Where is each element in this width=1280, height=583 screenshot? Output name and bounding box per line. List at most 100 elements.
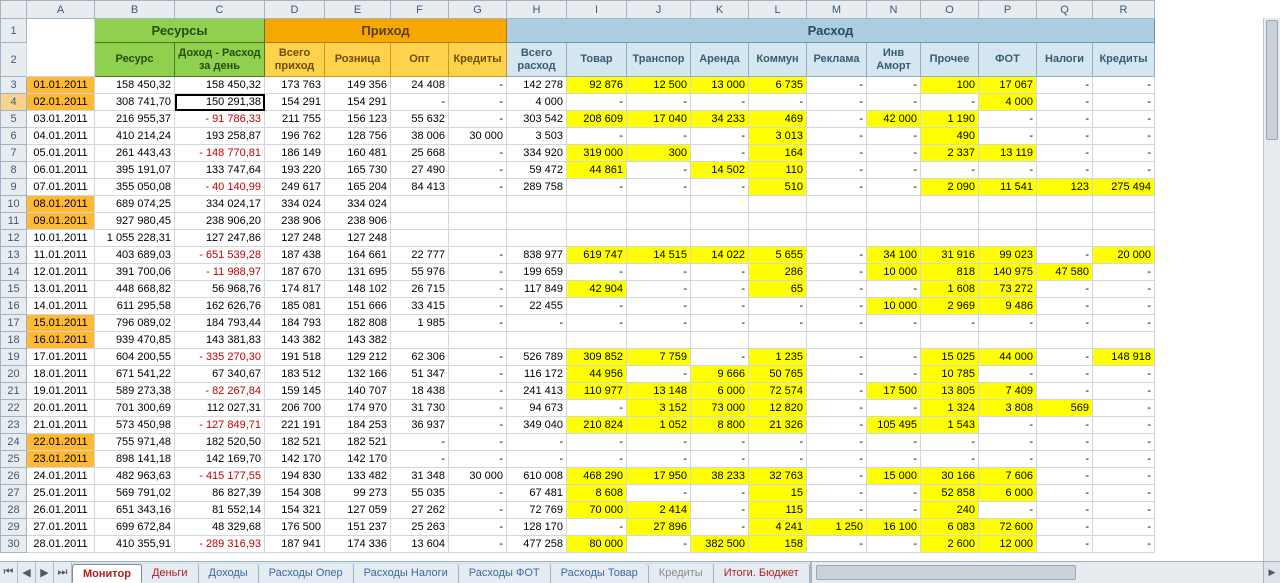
cell-F27[interactable]: 55 035 — [391, 485, 449, 502]
cell-G9[interactable]: - — [449, 179, 507, 196]
cell-B3[interactable]: 158 450,32 — [95, 77, 175, 94]
cell-M9[interactable]: - — [807, 179, 867, 196]
cell-J19[interactable]: 7 759 — [627, 349, 691, 366]
cell-R5[interactable]: - — [1093, 111, 1155, 128]
cell-J16[interactable]: - — [627, 298, 691, 315]
cell-R16[interactable]: - — [1093, 298, 1155, 315]
cell-F19[interactable]: 62 306 — [391, 349, 449, 366]
cell-M17[interactable]: - — [807, 315, 867, 332]
cell-L10[interactable] — [749, 196, 807, 213]
cell-P14[interactable]: 140 975 — [979, 264, 1037, 281]
cell-P16[interactable]: 9 486 — [979, 298, 1037, 315]
col-header-Q[interactable]: Q — [1037, 1, 1093, 19]
cell-M5[interactable]: - — [807, 111, 867, 128]
cell-C15[interactable]: 56 968,76 — [175, 281, 265, 298]
cell-I15[interactable]: 42 904 — [567, 281, 627, 298]
cell-J6[interactable]: - — [627, 128, 691, 145]
cell-F23[interactable]: 36 937 — [391, 417, 449, 434]
cell-B13[interactable]: 403 689,03 — [95, 247, 175, 264]
cell-P29[interactable]: 72 600 — [979, 519, 1037, 536]
cell-E16[interactable]: 151 666 — [325, 298, 391, 315]
cell-N11[interactable] — [867, 213, 921, 230]
cell-D24[interactable]: 182 521 — [265, 434, 325, 451]
sheet-tab-2[interactable]: Доходы — [199, 564, 259, 583]
cell-O22[interactable]: 1 324 — [921, 400, 979, 417]
cell-B21[interactable]: 589 273,38 — [95, 383, 175, 400]
cell-C14[interactable]: - 11 988,97 — [175, 264, 265, 281]
cell-C21[interactable]: - 82 267,84 — [175, 383, 265, 400]
cell-G5[interactable]: - — [449, 111, 507, 128]
cell-K13[interactable]: 14 022 — [691, 247, 749, 264]
cell-A25[interactable]: 23.01.2011 — [27, 451, 95, 468]
cell-B5[interactable]: 216 955,37 — [95, 111, 175, 128]
cell-M4[interactable]: - — [807, 94, 867, 111]
cell-G26[interactable]: 30 000 — [449, 468, 507, 485]
cell-R26[interactable]: - — [1093, 468, 1155, 485]
cell-D17[interactable]: 184 793 — [265, 315, 325, 332]
row-header-30[interactable]: 30 — [1, 536, 27, 553]
cell-M15[interactable]: - — [807, 281, 867, 298]
cell-G25[interactable]: - — [449, 451, 507, 468]
cell-M14[interactable]: - — [807, 264, 867, 281]
cell-L6[interactable]: 3 013 — [749, 128, 807, 145]
row-header-8[interactable]: 8 — [1, 162, 27, 179]
cell-B16[interactable]: 611 295,58 — [95, 298, 175, 315]
cell-K11[interactable] — [691, 213, 749, 230]
cell-Q3[interactable]: - — [1037, 77, 1093, 94]
cell-A24[interactable]: 22.01.2011 — [27, 434, 95, 451]
cell-N26[interactable]: 15 000 — [867, 468, 921, 485]
cell-N7[interactable]: - — [867, 145, 921, 162]
cell-N3[interactable]: - — [867, 77, 921, 94]
cell-P20[interactable]: - — [979, 366, 1037, 383]
cell-J27[interactable]: - — [627, 485, 691, 502]
cell-E17[interactable]: 182 808 — [325, 315, 391, 332]
cell-R4[interactable]: - — [1093, 94, 1155, 111]
cell-I20[interactable]: 44 956 — [567, 366, 627, 383]
cell-R29[interactable]: - — [1093, 519, 1155, 536]
cell-O10[interactable] — [921, 196, 979, 213]
cell-A4[interactable]: 02.01.2011 — [27, 94, 95, 111]
cell-N16[interactable]: 10 000 — [867, 298, 921, 315]
group-income[interactable]: Приход — [265, 19, 507, 43]
cell-D22[interactable]: 206 700 — [265, 400, 325, 417]
cell-Q22[interactable]: 569 — [1037, 400, 1093, 417]
cell-H28[interactable]: 72 769 — [507, 502, 567, 519]
cell-Q21[interactable]: - — [1037, 383, 1093, 400]
sheet-tab-4[interactable]: Расходы Налоги — [354, 564, 459, 583]
subheader-Q[interactable]: Налоги — [1037, 43, 1093, 77]
cell-O27[interactable]: 52 858 — [921, 485, 979, 502]
cell-O16[interactable]: 2 969 — [921, 298, 979, 315]
cell-B9[interactable]: 355 050,08 — [95, 179, 175, 196]
cell-K28[interactable]: - — [691, 502, 749, 519]
cell-C12[interactable]: 127 247,86 — [175, 230, 265, 247]
group-expense[interactable]: Расход — [507, 19, 1155, 43]
cell-B11[interactable]: 927 980,45 — [95, 213, 175, 230]
cell-A15[interactable]: 13.01.2011 — [27, 281, 95, 298]
cell-L16[interactable]: - — [749, 298, 807, 315]
select-all-corner[interactable] — [1, 1, 27, 19]
row-header-27[interactable]: 27 — [1, 485, 27, 502]
cell-C19[interactable]: - 335 270,30 — [175, 349, 265, 366]
cell-E21[interactable]: 140 707 — [325, 383, 391, 400]
sheet-tab-3[interactable]: Расходы Опер — [259, 564, 354, 583]
cell-A18[interactable]: 16.01.2011 — [27, 332, 95, 349]
row-header-25[interactable]: 25 — [1, 451, 27, 468]
cell-M11[interactable] — [807, 213, 867, 230]
cell-L24[interactable]: - — [749, 434, 807, 451]
cell-E7[interactable]: 160 481 — [325, 145, 391, 162]
cell-L5[interactable]: 469 — [749, 111, 807, 128]
cell-P30[interactable]: 12 000 — [979, 536, 1037, 553]
cell-K23[interactable]: 8 800 — [691, 417, 749, 434]
sheet-tab-1[interactable]: Деньги — [142, 564, 199, 583]
spreadsheet-grid[interactable]: ABCDEFGHIJKLMNOPQR1РесурсыПриходРасход2Р… — [0, 0, 1155, 553]
col-header-J[interactable]: J — [627, 1, 691, 19]
cell-K29[interactable]: - — [691, 519, 749, 536]
cell-H26[interactable]: 610 008 — [507, 468, 567, 485]
cell-P10[interactable] — [979, 196, 1037, 213]
scrollbar-thumb[interactable] — [1266, 20, 1278, 140]
subheader-H[interactable]: Всего расход — [507, 43, 567, 77]
cell-O29[interactable]: 6 083 — [921, 519, 979, 536]
cell-Q29[interactable]: - — [1037, 519, 1093, 536]
cell-G16[interactable]: - — [449, 298, 507, 315]
cell-H27[interactable]: 67 481 — [507, 485, 567, 502]
